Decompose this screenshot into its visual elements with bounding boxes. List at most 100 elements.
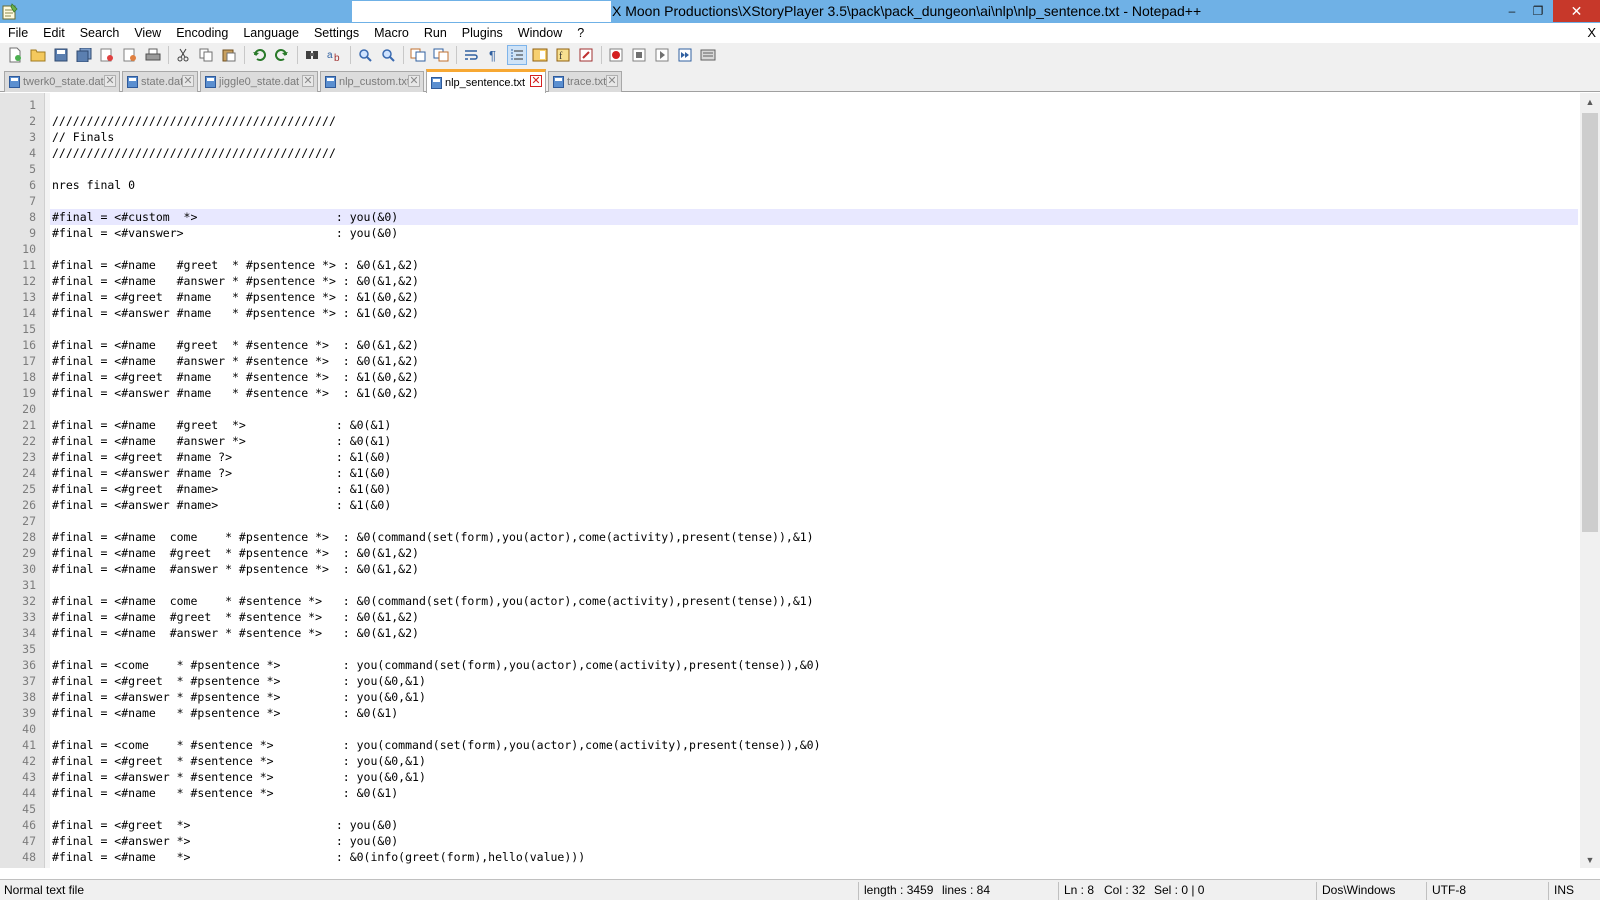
menu-edit[interactable]: Edit <box>35 23 72 43</box>
tab-twerk0-state[interactable]: twerk0_state.dat ✕ <box>4 71 120 92</box>
code-line[interactable]: nres final 0 <box>52 177 1580 193</box>
close-document-button[interactable]: X <box>1587 23 1596 43</box>
code-line[interactable]: #final = <#custom *> : you(&0) <box>52 209 1580 225</box>
code-line[interactable]: #final = <#name #greet * #sentence *> : … <box>52 609 1580 625</box>
code-line[interactable]: #final = <#name #answer * #psentence *> … <box>52 561 1580 577</box>
code-line[interactable]: #final = <#greet #name> : &1(&0) <box>52 481 1580 497</box>
menu-window[interactable]: Window <box>510 23 569 43</box>
code-line[interactable]: #final = <#name #greet * #sentence *> : … <box>52 337 1580 353</box>
code-line[interactable]: #final = <#answer #name> : &1(&0) <box>52 497 1580 513</box>
code-line[interactable] <box>52 721 1580 737</box>
code-line[interactable]: #final = <#greet *> : you(&0) <box>52 817 1580 833</box>
copy-icon[interactable] <box>196 45 216 65</box>
code-line[interactable]: #final = <#answer #name ?> : &1(&0) <box>52 465 1580 481</box>
tab-close-icon[interactable]: ✕ <box>408 75 420 87</box>
close-all-icon[interactable] <box>120 45 140 65</box>
code-line[interactable]: #final = <#greet #name ?> : &1(&0) <box>52 449 1580 465</box>
menu-encoding[interactable]: Encoding <box>168 23 235 43</box>
sync-horizontal-icon[interactable] <box>431 45 451 65</box>
code-line[interactable]: #final = <#answer #name * #sentence *> :… <box>52 385 1580 401</box>
record-macro-icon[interactable] <box>606 45 626 65</box>
document-map-icon[interactable] <box>530 45 550 65</box>
code-line[interactable] <box>52 641 1580 657</box>
tab-state[interactable]: state.dat ✕ <box>122 71 198 92</box>
scroll-up-arrow-icon[interactable]: ▲ <box>1580 93 1600 110</box>
open-file-icon[interactable] <box>28 45 48 65</box>
status-encoding[interactable]: UTF-8 <box>1428 880 1466 901</box>
code-line[interactable]: ////////////////////////////////////////… <box>52 145 1580 161</box>
code-line[interactable]: #final = <#answer * #psentence *> : you(… <box>52 689 1580 705</box>
stop-macro-icon[interactable] <box>629 45 649 65</box>
code-line[interactable]: #final = <#name * #sentence *> : &0(&1) <box>52 785 1580 801</box>
notepad-icon[interactable] <box>2 3 18 20</box>
code-line[interactable]: #final = <#name #answer * #psentence *> … <box>52 273 1580 289</box>
code-line[interactable] <box>52 161 1580 177</box>
menu-plugins[interactable]: Plugins <box>454 23 510 43</box>
menu-settings[interactable]: Settings <box>306 23 366 43</box>
menu-run[interactable]: Run <box>416 23 454 43</box>
code-line[interactable]: #final = <#name * #psentence *> : &0(&1) <box>52 705 1580 721</box>
tab-close-icon[interactable]: ✕ <box>606 75 618 87</box>
code-line[interactable]: #final = <#name *> : &0(info(greet(form)… <box>52 849 1580 865</box>
menu-search[interactable]: Search <box>72 23 127 43</box>
code-line[interactable] <box>52 321 1580 337</box>
tab-nlp-sentence[interactable]: nlp_sentence.txt ✕ <box>426 69 546 93</box>
code-line[interactable]: #final = <#answer *> : you(&0) <box>52 833 1580 849</box>
maximize-button[interactable]: ❐ <box>1524 0 1552 22</box>
code-line[interactable]: #final = <#greet * #psentence *> : you(&… <box>52 673 1580 689</box>
code-line[interactable] <box>52 401 1580 417</box>
menu-macro[interactable]: Macro <box>366 23 416 43</box>
tab-close-icon[interactable]: ✕ <box>302 75 314 87</box>
code-line[interactable]: #final = <#greet * #sentence *> : you(&0… <box>52 753 1580 769</box>
replace-icon[interactable]: ab <box>325 45 345 65</box>
code-line[interactable]: #final = <#name #answer * #sentence *> :… <box>52 353 1580 369</box>
zoom-out-icon[interactable] <box>378 45 398 65</box>
save-icon[interactable] <box>51 45 71 65</box>
scroll-down-arrow-icon[interactable]: ▼ <box>1580 851 1600 868</box>
tab-nlp-custom[interactable]: nlp_custom.txt ✕ <box>320 71 424 92</box>
menu-file[interactable]: File <box>0 23 35 43</box>
text-area[interactable]: ////////////////////////////////////////… <box>52 97 1580 868</box>
save-all-icon[interactable] <box>74 45 94 65</box>
undo-icon[interactable] <box>249 45 269 65</box>
tab-trace[interactable]: trace.txt ✕ <box>548 71 622 92</box>
code-line[interactable]: // Finals <box>52 129 1580 145</box>
close-icon[interactable] <box>97 45 117 65</box>
code-line[interactable]: #final = <#name #greet * #psentence *> :… <box>52 545 1580 561</box>
code-line[interactable]: #final = <#answer #name * #psentence *> … <box>52 305 1580 321</box>
run-macro-multiple-icon[interactable] <box>675 45 695 65</box>
code-line[interactable]: #final = <#name #answer * #sentence *> :… <box>52 625 1580 641</box>
menu-help[interactable]: ? <box>569 23 591 43</box>
tab-close-icon[interactable]: ✕ <box>530 75 542 87</box>
code-line[interactable] <box>52 577 1580 593</box>
minimize-button[interactable]: – <box>1498 0 1526 22</box>
show-all-chars-icon[interactable]: ¶ <box>484 45 504 65</box>
code-line[interactable] <box>52 193 1580 209</box>
code-line[interactable] <box>52 865 1580 868</box>
code-line[interactable]: #final = <#greet #name * #sentence *> : … <box>52 369 1580 385</box>
code-line[interactable]: #final = <#name #greet *> : &0(&1) <box>52 417 1580 433</box>
tab-close-icon[interactable]: ✕ <box>182 75 194 87</box>
code-line[interactable]: #final = <come * #sentence *> : you(comm… <box>52 737 1580 753</box>
vertical-scrollbar[interactable]: ▲ ▼ <box>1580 93 1600 868</box>
code-line[interactable] <box>52 513 1580 529</box>
code-line[interactable] <box>52 241 1580 257</box>
scrollbar-thumb[interactable] <box>1582 113 1598 532</box>
function-list-icon[interactable]: f <box>553 45 573 65</box>
play-macro-icon[interactable] <box>652 45 672 65</box>
status-eol[interactable]: Dos\Windows <box>1318 880 1395 901</box>
menu-view[interactable]: View <box>126 23 168 43</box>
editor-pane[interactable]: 1 2 3 4 5 6 7 8 9 10 11 12 13 14 15 16 17 18 19 20 21 22 23 24 2… <box>0 93 1600 868</box>
tab-close-icon[interactable]: ✕ <box>104 75 116 87</box>
code-line[interactable]: #final = <#name come * #sentence *> : &0… <box>52 593 1580 609</box>
word-wrap-icon[interactable] <box>461 45 481 65</box>
folder-workspace-icon[interactable] <box>576 45 596 65</box>
code-line[interactable]: ////////////////////////////////////////… <box>52 113 1580 129</box>
cut-icon[interactable] <box>173 45 193 65</box>
sync-vertical-icon[interactable] <box>408 45 428 65</box>
close-window-button[interactable]: ✕ <box>1553 0 1600 22</box>
code-line[interactable] <box>52 97 1580 113</box>
code-line[interactable]: #final = <#name come * #psentence *> : &… <box>52 529 1580 545</box>
code-line[interactable]: #final = <#name #answer *> : &0(&1) <box>52 433 1580 449</box>
code-line[interactable]: #final = <come * #psentence *> : you(com… <box>52 657 1580 673</box>
